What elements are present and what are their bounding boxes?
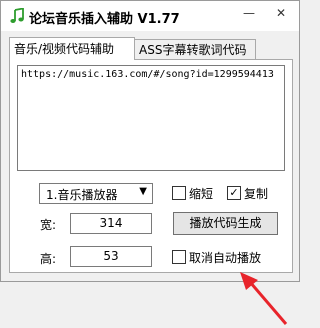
generate-code-button[interactable]: 播放代码生成 (173, 212, 278, 235)
tab-ass-subtitle-lyrics[interactable]: ASS字幕转歌词代码 (134, 39, 256, 60)
close-button[interactable]: ✕ (265, 1, 297, 25)
tab-music-video-code[interactable]: 音乐/视频代码辅助 (9, 37, 135, 60)
tab-label: 音乐/视频代码辅助 (14, 42, 115, 56)
tab-panel: https://music.163.com/#/song?id=12995944… (9, 59, 293, 325)
chevron-down-icon: ▼ (139, 186, 147, 197)
music-note-icon (10, 8, 24, 23)
checkbox-box[interactable] (172, 186, 186, 200)
shrink-label: 缩短 (189, 187, 214, 201)
checkmark-icon[interactable]: ✓ (227, 186, 241, 200)
cancel-autoplay-label: 取消自动播放 (189, 251, 262, 265)
tab-label: ASS字幕转歌词代码 (139, 43, 247, 57)
window-title: 论坛音乐插入辅助 V1.77 (29, 12, 180, 27)
close-icon: ✕ (275, 6, 287, 20)
url-textarea[interactable]: https://music.163.com/#/song?id=12995944… (17, 65, 285, 171)
app-window: 论坛音乐插入辅助 V1.77 — ✕ 音乐/视频代码辅助 ASS字幕转歌词代码 … (0, 0, 300, 325)
title-bar: 论坛音乐插入辅助 V1.77 — ✕ (1, 1, 299, 31)
height-input[interactable]: 53 (70, 246, 152, 267)
player-type-select[interactable]: 1.音乐播放器 ▼ (39, 183, 153, 204)
url-text: https://music.163.com/#/song?id=12995944… (21, 69, 274, 80)
annotation-arrow-icon (240, 272, 288, 325)
copy-label: 复制 (244, 187, 269, 201)
minimize-icon: — (243, 6, 255, 20)
checkbox-box[interactable] (172, 250, 186, 264)
player-type-value: 1.音乐播放器 (46, 188, 118, 202)
height-label: 高: (40, 252, 57, 266)
width-label: 宽: (40, 218, 57, 232)
width-input[interactable]: 314 (70, 213, 152, 234)
minimize-button[interactable]: — (233, 1, 265, 25)
